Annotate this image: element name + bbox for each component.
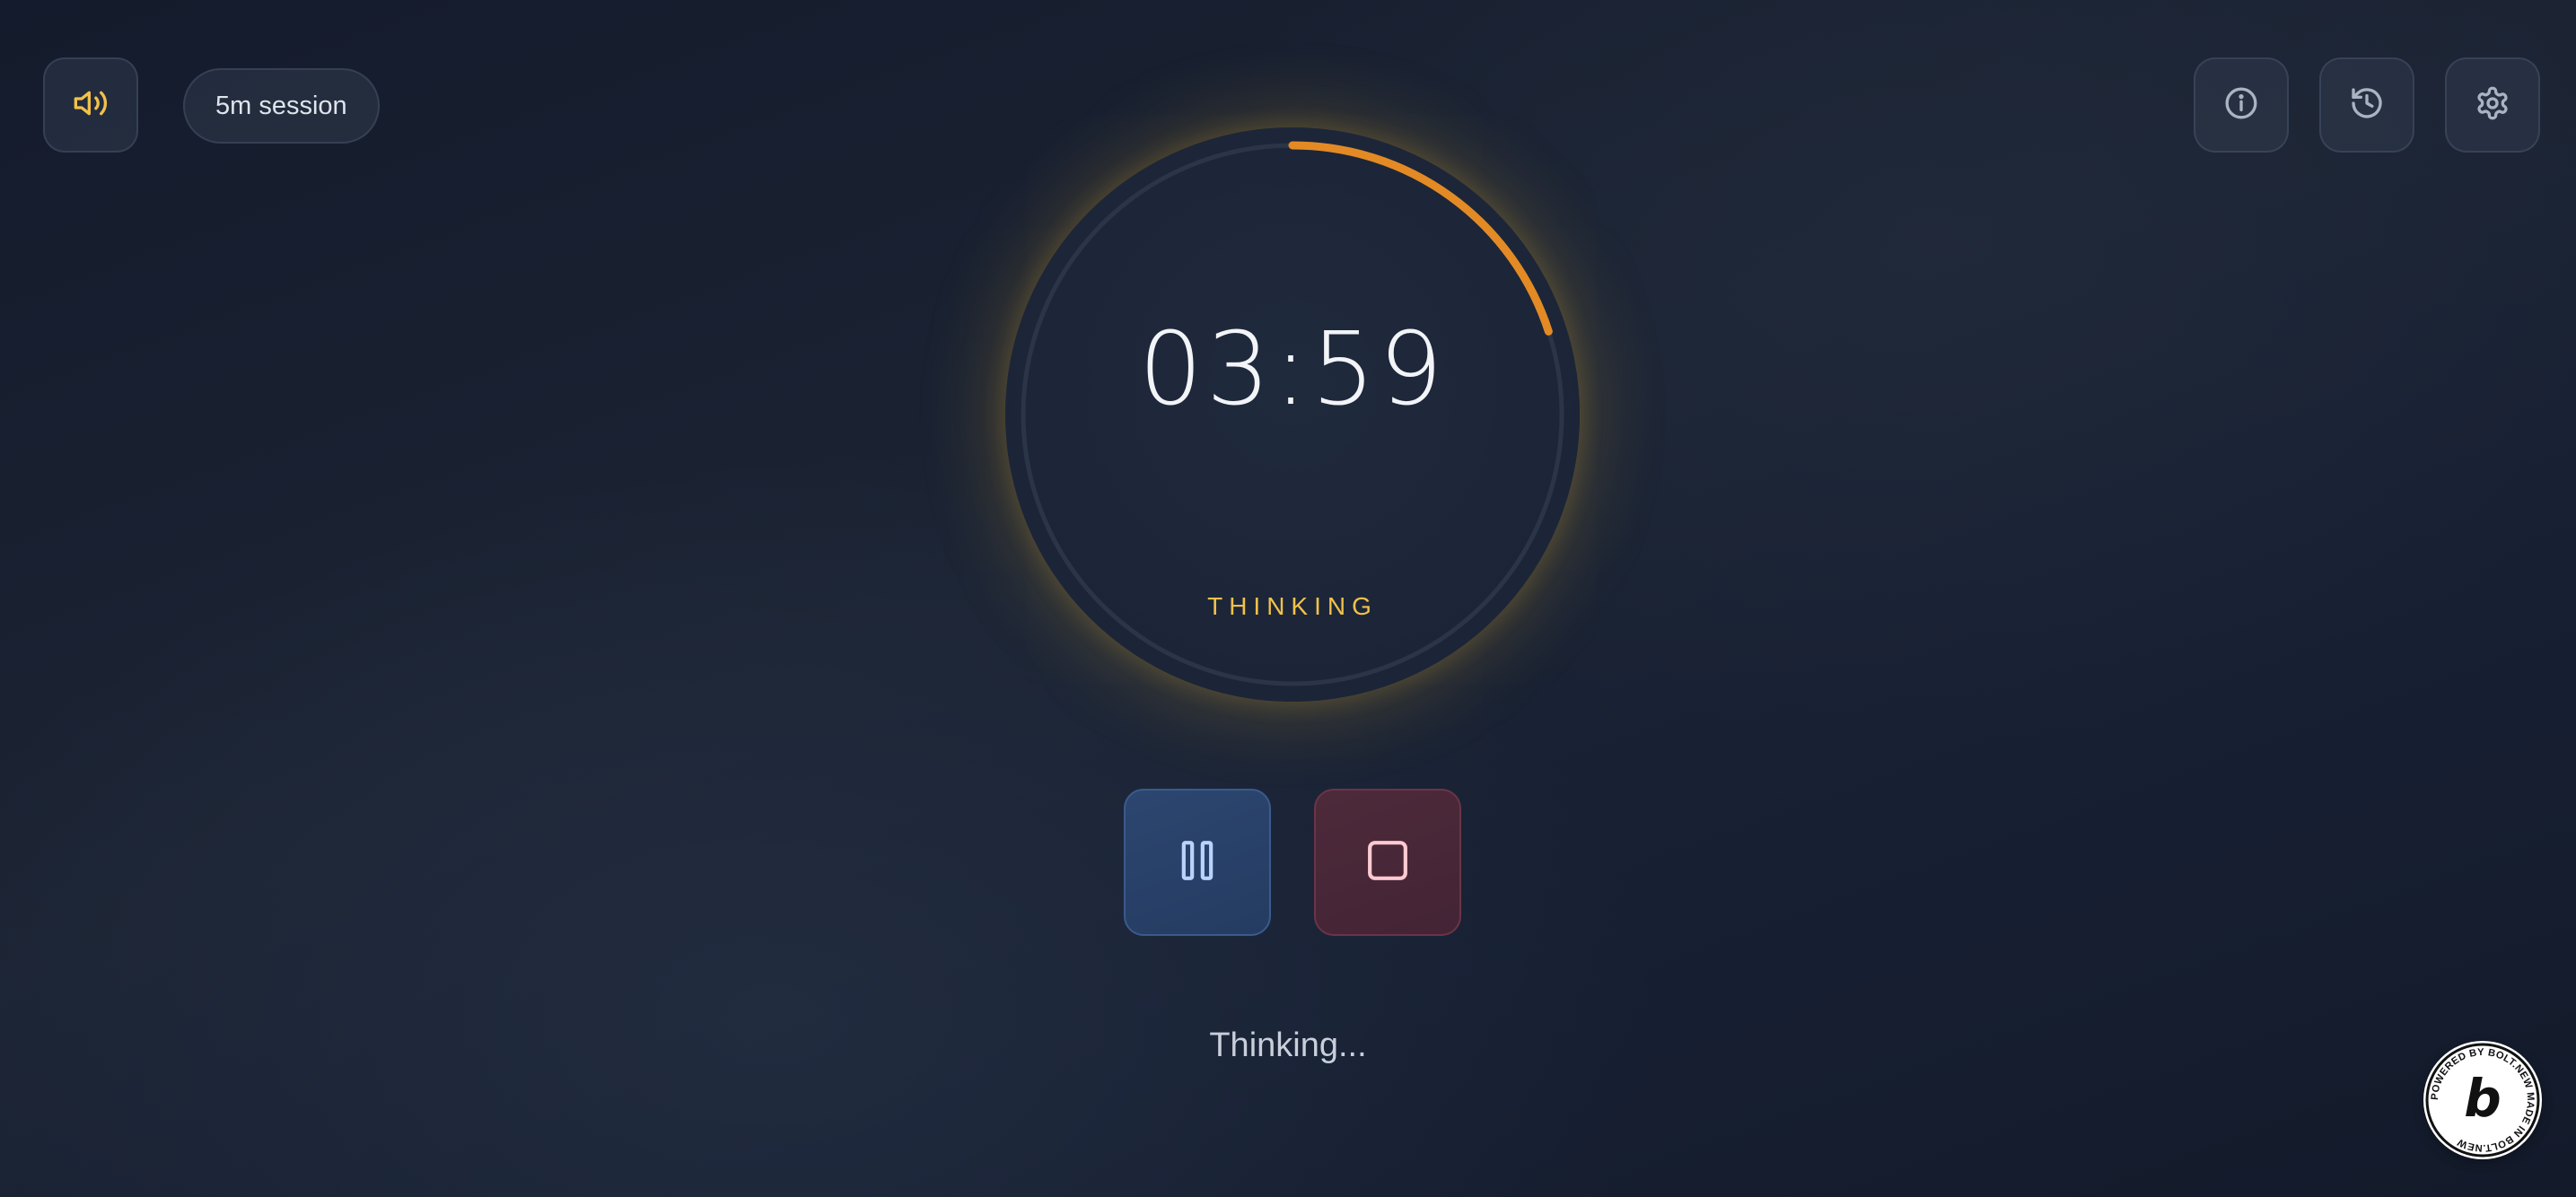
- status-message: Thinking...: [1209, 1027, 1367, 1064]
- volume-icon: [73, 85, 109, 126]
- info-button[interactable]: [2194, 57, 2289, 153]
- history-button[interactable]: [2319, 57, 2414, 153]
- history-icon: [2349, 85, 2385, 126]
- timer-dial: 03:59 THINKING: [1005, 127, 1580, 702]
- settings-button[interactable]: [2445, 57, 2540, 153]
- pause-button[interactable]: [1124, 789, 1271, 936]
- bolt-badge-link[interactable]: POWERED BY BOLT.NEW MADE IN BOLT.NEW b: [2423, 1041, 2542, 1159]
- session-length-label: 5m session: [215, 91, 347, 120]
- bolt-logo-letter: b: [2464, 1068, 2502, 1129]
- session-length-pill[interactable]: 5m session: [183, 68, 380, 144]
- sound-toggle-button[interactable]: [43, 57, 138, 153]
- stop-icon: [1362, 835, 1413, 890]
- settings-icon: [2475, 85, 2510, 126]
- stop-button[interactable]: [1314, 789, 1461, 936]
- pause-icon: [1172, 835, 1222, 890]
- info-icon: [2223, 85, 2259, 126]
- timer-state-label: THINKING: [1207, 592, 1378, 620]
- bolt-badge-graphic: POWERED BY BOLT.NEW MADE IN BOLT.NEW b: [2425, 1043, 2540, 1158]
- time-remaining: 03:59: [1138, 311, 1447, 428]
